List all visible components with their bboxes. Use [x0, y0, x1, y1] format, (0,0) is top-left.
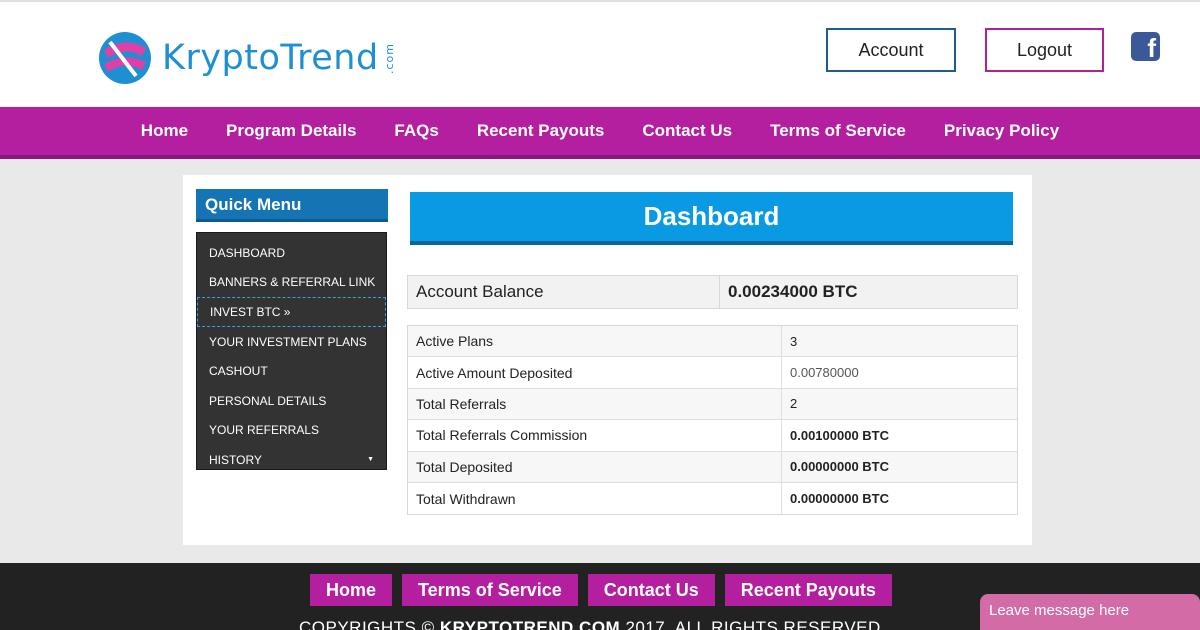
quick-menu-personal-details[interactable]: PERSONAL DETAILS	[197, 386, 386, 416]
nav-faqs[interactable]: FAQs	[394, 121, 438, 141]
facebook-icon[interactable]: f	[1131, 32, 1160, 61]
quick-menu-invest-btc[interactable]: INVEST BTC »	[197, 297, 386, 327]
nav-program-details[interactable]: Program Details	[226, 121, 356, 141]
account-balance-table: Account Balance 0.00234000 BTC	[407, 275, 1018, 309]
quick-menu-history[interactable]: HISTORY ▼	[197, 445, 386, 475]
nav-recent-payouts[interactable]: Recent Payouts	[477, 121, 605, 141]
stat-value: 2	[790, 396, 798, 412]
stat-label: Total Referrals	[408, 388, 782, 420]
nav-terms-of-service[interactable]: Terms of Service	[770, 121, 906, 141]
main-nav: Home Program Details FAQs Recent Payouts…	[0, 107, 1200, 159]
quick-menu-dashboard[interactable]: DASHBOARD	[197, 238, 386, 268]
account-balance-label: Account Balance	[408, 276, 720, 308]
main-panel: Quick Menu DASHBOARD BANNERS & REFERRAL …	[183, 175, 1032, 545]
table-row: Total Withdrawn 0.00000000 BTC	[408, 482, 1017, 515]
table-row: Total Referrals Commission 0.00100000 BT…	[408, 420, 1017, 452]
logout-button[interactable]: Logout	[985, 28, 1104, 72]
footer-link-contact-us[interactable]: Contact Us	[587, 574, 715, 606]
stat-value: 0.00000000 BTC	[790, 491, 890, 507]
logo-text: KryptoTrend	[162, 38, 379, 78]
logo-suffix: .com	[382, 42, 396, 74]
stat-value: 0.00780000	[790, 365, 859, 381]
nav-contact-us[interactable]: Contact Us	[642, 121, 732, 141]
stat-label: Total Deposited	[408, 451, 782, 482]
chevron-down-icon: ▼	[367, 456, 374, 464]
footer-link-terms-of-service[interactable]: Terms of Service	[402, 574, 578, 606]
footer-link-home[interactable]: Home	[310, 574, 393, 606]
quick-menu-title: Quick Menu	[196, 189, 388, 222]
stat-label: Active Plans	[408, 326, 782, 357]
stat-label: Active Amount Deposited	[408, 357, 782, 388]
quick-menu: DASHBOARD BANNERS & REFERRAL LINK INVEST…	[196, 232, 387, 470]
quick-menu-investment-plans[interactable]: YOUR INVESTMENT PLANS	[197, 327, 386, 357]
table-row: Active Plans 3	[408, 326, 1017, 358]
table-row: Active Amount Deposited 0.00780000	[408, 357, 1017, 389]
stat-value: 3	[790, 333, 798, 349]
quick-menu-cashout[interactable]: CASHOUT	[197, 356, 386, 386]
copyright-prefix: COPYRIGHTS ©	[299, 618, 440, 630]
leave-message-button[interactable]: Leave message here	[980, 594, 1200, 630]
footer-links: Home Terms of Service Contact Us Recent …	[310, 574, 902, 606]
footer-link-recent-payouts[interactable]: Recent Payouts	[724, 574, 892, 606]
account-button[interactable]: Account	[826, 28, 956, 72]
copyright-suffix: 2017. ALL RIGHTS RESERVED	[620, 618, 881, 630]
account-balance-value: 0.00234000 BTC	[728, 282, 858, 301]
quick-menu-banners-referral-link[interactable]: BANNERS & REFERRAL LINK	[197, 268, 386, 298]
site-header: KryptoTrend .com Account Logout f	[0, 0, 1200, 107]
site-logo[interactable]: KryptoTrend .com	[96, 28, 396, 88]
stat-label: Total Referrals Commission	[408, 420, 782, 451]
table-row: Total Referrals 2	[408, 388, 1017, 421]
table-row: Total Deposited 0.00000000 BTC	[408, 451, 1017, 483]
quick-menu-your-referrals[interactable]: YOUR REFERRALS	[197, 416, 386, 446]
quick-menu-history-label: HISTORY	[209, 452, 262, 467]
stat-label: Total Withdrawn	[408, 482, 782, 515]
stats-table: Active Plans 3 Active Amount Deposited 0…	[407, 325, 1018, 516]
copyright-text: COPYRIGHTS © KRYPTOTREND.COM 2017. ALL R…	[299, 618, 881, 630]
copyright-brand: KRYPTOTREND.COM	[439, 618, 621, 630]
nav-home[interactable]: Home	[141, 121, 188, 141]
nav-privacy-policy[interactable]: Privacy Policy	[944, 121, 1059, 141]
stat-value: 0.00100000 BTC	[790, 427, 890, 443]
page-title: Dashboard	[410, 192, 1013, 245]
stat-value: 0.00000000 BTC	[790, 459, 890, 475]
logo-icon	[96, 30, 154, 86]
